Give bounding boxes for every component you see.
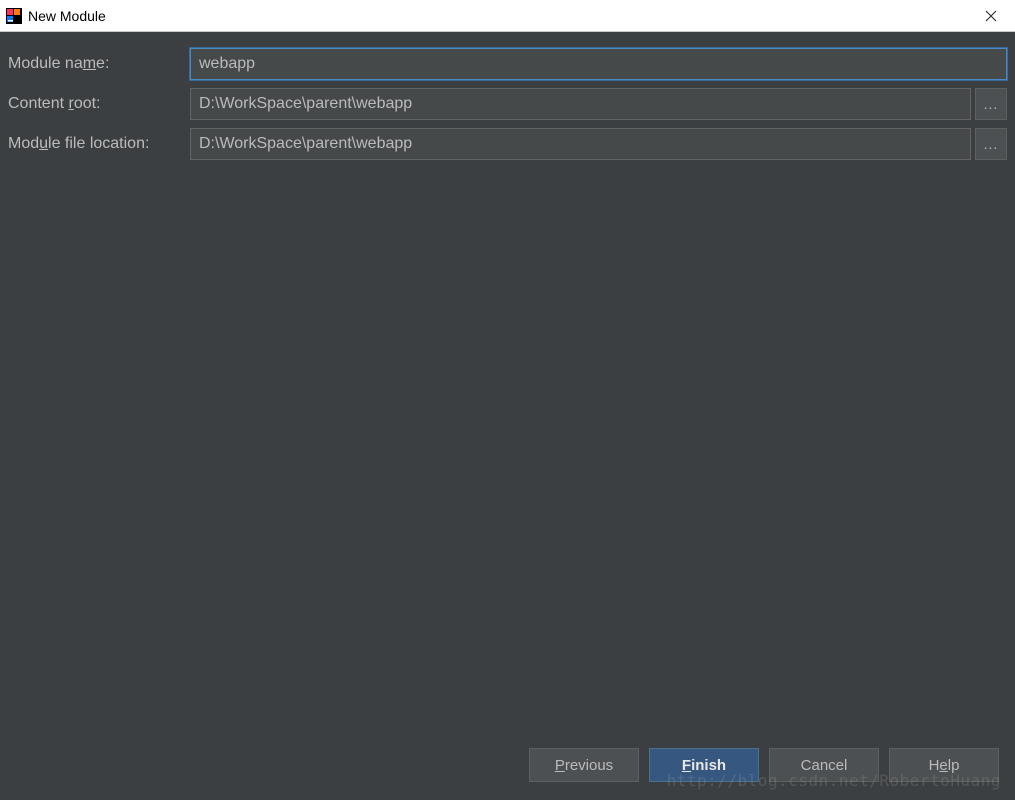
help-button[interactable]: Help [889, 748, 999, 782]
content-root-browse-button[interactable]: ... [975, 88, 1007, 120]
titlebar: New Module [0, 0, 1015, 32]
content-root-label: Content root: [8, 95, 186, 113]
button-bar: Previous Finish Cancel Help [8, 742, 1007, 792]
cancel-button[interactable]: Cancel [769, 748, 879, 782]
module-file-location-browse-button[interactable]: ... [975, 128, 1007, 160]
module-name-row: Module name: [8, 48, 1007, 80]
content-root-input[interactable] [190, 88, 971, 120]
spacer [8, 168, 1007, 742]
previous-button[interactable]: Previous [529, 748, 639, 782]
ellipsis-icon: ... [984, 136, 999, 152]
module-name-input[interactable] [190, 48, 1007, 80]
close-icon [985, 10, 997, 22]
content-root-row: Content root: ... [8, 88, 1007, 120]
module-file-location-row: Module file location: ... [8, 128, 1007, 160]
window-title: New Module [28, 8, 971, 24]
intellij-icon [6, 8, 22, 24]
close-button[interactable] [971, 0, 1011, 31]
module-file-location-label: Module file location: [8, 135, 186, 153]
dialog-content: Module name: Content root: ... Module fi… [0, 32, 1015, 800]
module-name-label: Module name: [8, 55, 186, 73]
module-file-location-input[interactable] [190, 128, 971, 160]
finish-button[interactable]: Finish [649, 748, 759, 782]
ellipsis-icon: ... [984, 96, 999, 112]
